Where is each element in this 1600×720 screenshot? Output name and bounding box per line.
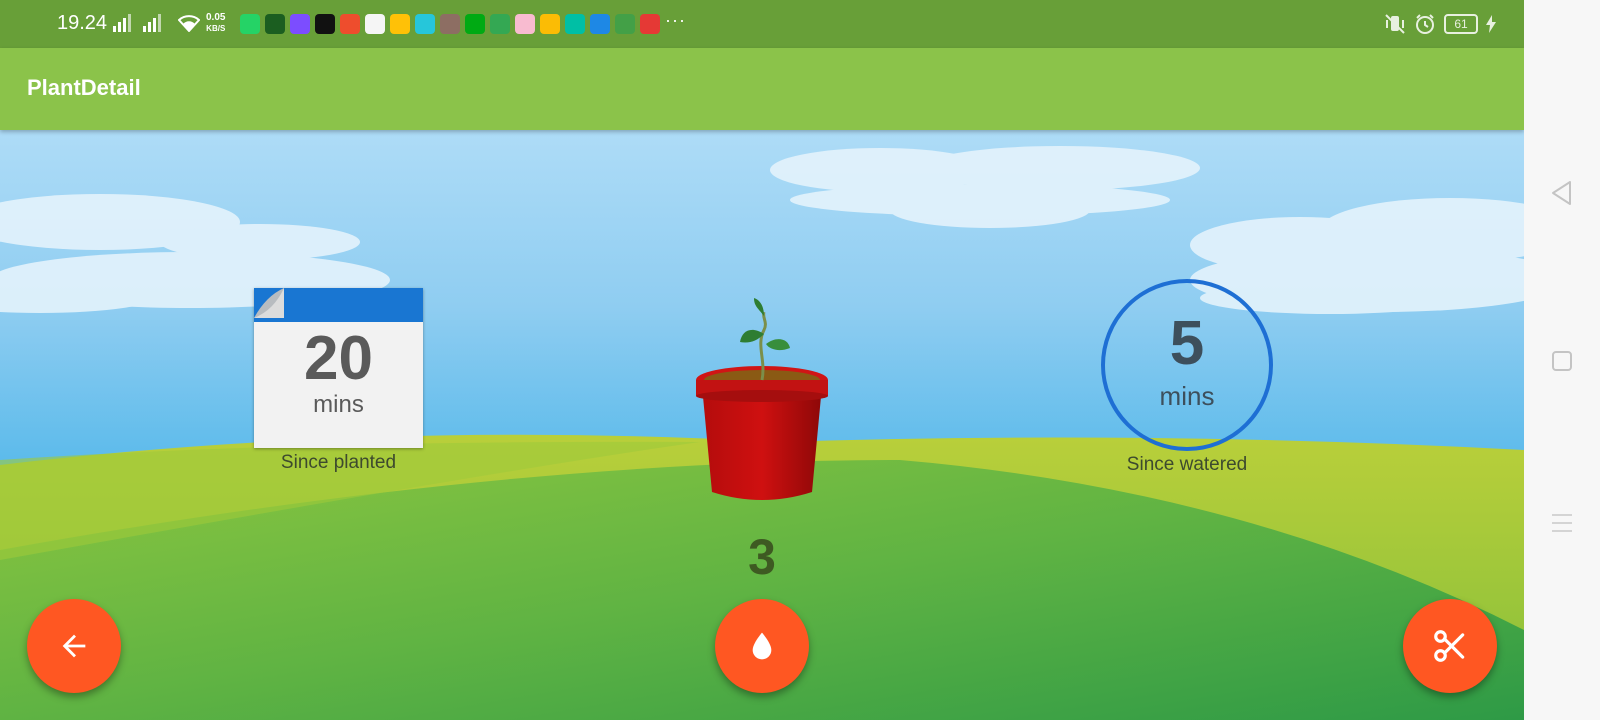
pinwheel-app-icon [540, 14, 560, 34]
battery-icon: 61 [1444, 14, 1478, 34]
notification-icons [240, 14, 660, 34]
wifi-icon [178, 15, 200, 32]
arrow-left-icon [62, 634, 86, 658]
square-home-icon [1552, 351, 1572, 371]
plant-pot [696, 298, 828, 500]
planted-calendar: 20 mins [254, 288, 423, 448]
triangle-back-icon [1552, 181, 1571, 205]
gojek-icon [465, 14, 485, 34]
mosque-app-icon [265, 14, 285, 34]
messages-icon [490, 14, 510, 34]
game-app-icon [440, 14, 460, 34]
status-right: 61 [1384, 13, 1496, 35]
shield-app-icon [565, 14, 585, 34]
watered-timer: 5 mins [1101, 279, 1273, 451]
yellow-app-icon [390, 14, 410, 34]
lazada-icon [365, 14, 385, 34]
app-screen: 19.24 0.05 KB/S ··· 61 PlantDetail 20 mi… [0, 0, 1524, 720]
anime-app-icon [515, 14, 535, 34]
planted-label: Since planted [280, 452, 397, 473]
badge-app-icon [590, 14, 610, 34]
status-bar: 19.24 0.05 KB/S ··· 61 [0, 0, 1524, 48]
signal-icon-2 [143, 14, 161, 32]
cyan-app-icon [415, 14, 435, 34]
more-notifications-icon: ··· [665, 10, 686, 30]
diamond-app-icon [290, 14, 310, 34]
red-app-icon [640, 14, 660, 34]
scissors-icon [1434, 630, 1465, 662]
watered-value: 5 [1169, 309, 1205, 378]
plant-count: 3 [748, 529, 776, 585]
shopee-icon [340, 14, 360, 34]
net-speed: 0.05 KB/S [206, 12, 226, 33]
menu-lines-icon [1552, 514, 1572, 532]
calendar-app-icon [615, 14, 635, 34]
watered-label: Since watered [1126, 454, 1248, 475]
signal-icon [113, 14, 131, 32]
back-button[interactable] [27, 599, 121, 693]
nav-back-button[interactable] [1524, 180, 1600, 206]
nav-menu-button[interactable] [1524, 512, 1600, 534]
alarm-icon [1416, 14, 1434, 34]
page-title: PlantDetail [27, 75, 141, 100]
navigation-bar [1524, 0, 1600, 720]
cut-button[interactable] [1403, 599, 1497, 693]
planted-value: 20 [304, 324, 373, 393]
watered-unit: mins [1159, 381, 1215, 411]
page-curl-icon [254, 288, 284, 318]
status-time: 19.24 [57, 12, 108, 34]
tiktok-icon [315, 14, 335, 34]
app-bar: PlantDetail [0, 48, 1524, 130]
clouds [0, 146, 1524, 314]
charging-icon [1486, 15, 1496, 33]
water-button[interactable] [715, 599, 809, 693]
vibrate-icon [1385, 14, 1405, 34]
planted-unit: mins [313, 391, 364, 418]
nav-home-button[interactable] [1524, 350, 1600, 372]
whatsapp-icon [240, 14, 260, 34]
water-drop-icon [752, 632, 772, 660]
